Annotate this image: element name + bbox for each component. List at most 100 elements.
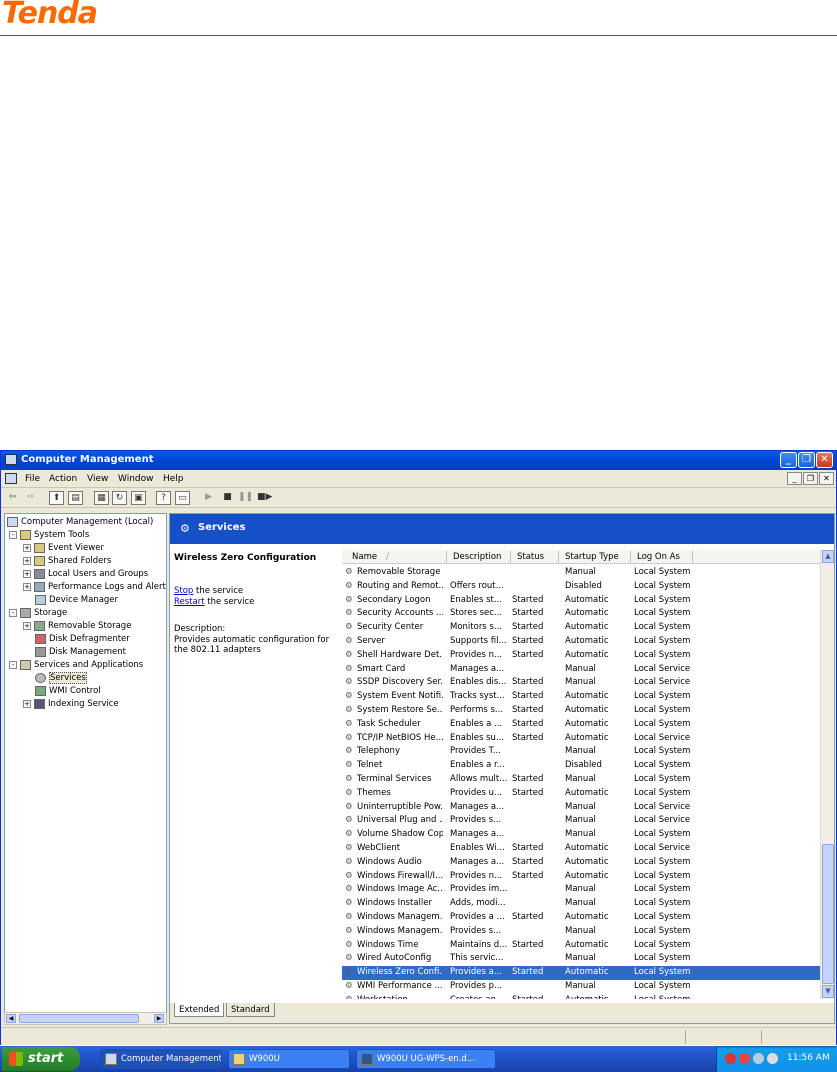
child-minimize-button[interactable]: _ [787, 472, 802, 485]
tree-item-services[interactable]: Services [35, 672, 87, 685]
table-row[interactable]: ⚙ Universal Plug and ... Provides s... Manu… [342, 814, 820, 828]
table-row[interactable]: ⚙ Shell Hardware Det... Provides n... Start… [342, 649, 820, 663]
col-description[interactable]: Description [453, 552, 501, 562]
minimize-button[interactable]: _ [780, 452, 797, 468]
menu-window[interactable]: Window [118, 474, 154, 484]
collapse-icon[interactable]: - [9, 608, 17, 617]
table-row[interactable]: ⚙ Wired AutoConfig This servic... Manual Loc… [342, 952, 820, 966]
antivirus-icon[interactable] [739, 1053, 750, 1064]
child-restore-button[interactable]: ❐ [803, 472, 818, 485]
stop-link[interactable]: Stop [174, 586, 193, 596]
tree-item-shared-folders[interactable]: + Shared Folders [23, 555, 111, 568]
tree-item-performance-logs[interactable]: + Performance Logs and Alert [23, 581, 166, 594]
help-icon[interactable]: ? [156, 491, 171, 505]
table-row[interactable]: ⚙ Windows Image Ac... Provides im... Manual… [342, 883, 820, 897]
start-button[interactable]: start [2, 1047, 80, 1071]
shield-icon[interactable] [725, 1053, 736, 1064]
taskbar-button-w900u[interactable]: W900U [228, 1049, 350, 1069]
scroll-thumb[interactable] [822, 844, 834, 984]
table-row[interactable]: ⚙ System Event Notifi... Tracks syst... Sta… [342, 690, 820, 704]
tree-item-device-manager[interactable]: Device Manager [35, 594, 118, 607]
table-row[interactable]: ⚙ Server Supports fil... Started Automatic Lo… [342, 635, 820, 649]
column-divider[interactable] [558, 551, 559, 563]
title-bar[interactable]: Computer Management _ ❐ ✕ [1, 451, 836, 470]
table-row[interactable]: ⚙ Windows Installer Adds, modi... Manual Loc… [342, 897, 820, 911]
tree-item-system-tools[interactable]: - System Tools [9, 529, 89, 542]
table-row[interactable]: ⚙ Routing and Remot... Offers rout... Disab… [342, 580, 820, 594]
table-row[interactable]: ⚙ Windows Time Maintains d... Started Automa… [342, 939, 820, 953]
menu-help[interactable]: Help [163, 474, 184, 484]
tree-item-wmi-control[interactable]: WMI Control [35, 685, 101, 698]
forward-arrow-icon[interactable]: ⇨ [23, 491, 38, 505]
table-row[interactable]: ⚙ Security Center Monitors s... Started Auto… [342, 621, 820, 635]
table-row[interactable]: ⚙ Terminal Services Allows mult... Started M… [342, 773, 820, 787]
table-row[interactable]: ⚙Workstation Creates an...Started Automati… [342, 994, 820, 999]
column-divider[interactable] [446, 551, 447, 563]
expand-icon[interactable]: + [23, 699, 31, 708]
table-row[interactable]: ⚙ Wireless Zero Confi... Provides a... Star… [342, 966, 820, 980]
collapse-icon[interactable]: - [9, 530, 17, 539]
expand-icon[interactable]: + [23, 543, 31, 552]
tree-item-computer-management[interactable]: Computer Management (Local) [7, 516, 153, 529]
pause-icon[interactable]: ❚❚ [238, 491, 253, 505]
volume-icon[interactable] [767, 1053, 778, 1064]
scroll-left-icon[interactable]: ◀ [6, 1014, 16, 1023]
tree-item-indexing-service[interactable]: + Indexing Service [23, 698, 119, 711]
restart-icon[interactable]: ■▶ [257, 491, 272, 505]
col-name[interactable]: Name [352, 552, 377, 562]
scroll-thumb[interactable] [19, 1014, 139, 1023]
tree-item-disk-defragmenter[interactable]: Disk Defragmenter [35, 633, 130, 646]
play-icon[interactable]: ▶ [201, 491, 216, 505]
collapse-icon[interactable]: - [9, 660, 17, 669]
table-row[interactable]: ⚙ WMI Performance ... Provides p... Manual L… [342, 980, 820, 994]
show-tree-icon[interactable]: ▤ [68, 491, 83, 505]
table-row[interactable]: ⚙ Task Scheduler Enables a ... Started Autom… [342, 718, 820, 732]
scroll-down-icon[interactable]: ▼ [822, 985, 834, 998]
table-row[interactable]: ⚙ Telephony Provides T... Manual Local Syste… [342, 745, 820, 759]
restore-button[interactable]: ❐ [798, 452, 815, 468]
scroll-up-icon[interactable]: ▲ [822, 550, 834, 563]
up-folder-icon[interactable]: ⬆ [49, 491, 64, 505]
table-row[interactable]: ⚙ WebClient Enables Wi... Started Automatic L… [342, 842, 820, 856]
menu-view[interactable]: View [87, 474, 108, 484]
back-arrow-icon[interactable]: ⇦ [5, 491, 20, 505]
expand-icon[interactable]: + [23, 556, 31, 565]
menu-file[interactable]: File [25, 474, 40, 484]
col-status[interactable]: Status [517, 552, 544, 562]
expand-icon[interactable]: + [23, 621, 31, 630]
child-close-button[interactable]: ✕ [819, 472, 834, 485]
list-vertical-scrollbar[interactable]: ▲ ▼ [820, 550, 834, 999]
table-row[interactable]: ⚙ Telnet Enables a r... Disabled Local Syste… [342, 759, 820, 773]
tree-item-storage[interactable]: - Storage [9, 607, 67, 620]
col-log-on-as[interactable]: Log On As [637, 552, 680, 562]
taskbar-button-word-doc[interactable]: W900U UG-WPS-en.d... [356, 1049, 496, 1069]
properties-icon[interactable]: ▦ [94, 491, 109, 505]
column-divider[interactable] [630, 551, 631, 563]
restart-link[interactable]: Restart [174, 597, 205, 607]
tab-extended[interactable]: Extended [174, 1003, 225, 1017]
column-divider[interactable] [692, 551, 693, 563]
stop-icon[interactable]: ■ [220, 491, 235, 505]
tree-item-services-and-applications[interactable]: - Services and Applications [9, 659, 143, 672]
table-row[interactable]: ⚙ Volume Shadow Copy Manages a... Manual Loc… [342, 828, 820, 842]
table-row[interactable]: ⚙ Windows Managem... Provides a ... Started… [342, 911, 820, 925]
table-row[interactable]: ⚙ Smart Card Manages a... Manual Local Servi… [342, 663, 820, 677]
table-row[interactable]: ⚙ Secondary Logon Enables st... Started Auto… [342, 594, 820, 608]
table-row[interactable]: ⚙ Themes Provides u... Started Automatic Loca… [342, 787, 820, 801]
taskbar-button-computer-management[interactable]: Computer Management [100, 1049, 222, 1069]
col-startup-type[interactable]: Startup Type [565, 552, 619, 562]
mmc-icon[interactable] [5, 473, 17, 484]
table-row[interactable]: ⚙ Security Accounts ... Stores sec... Start… [342, 607, 820, 621]
table-row[interactable]: ⚙ TCP/IP NetBIOS He... Enables su... Starte… [342, 732, 820, 746]
table-row[interactable]: ⚙ System Restore Se... Performs s... Starte… [342, 704, 820, 718]
table-row[interactable]: ⚙ Windows Managem... Provides s... Manual Lo… [342, 925, 820, 939]
table-row[interactable]: ⚙ SSDP Discovery Ser... Enables dis... Star… [342, 676, 820, 690]
tree-item-local-users[interactable]: + Local Users and Groups [23, 568, 148, 581]
tree-item-disk-management[interactable]: Disk Management [35, 646, 126, 659]
network-icon[interactable] [753, 1053, 764, 1064]
tab-standard[interactable]: Standard [226, 1003, 275, 1017]
column-divider[interactable] [510, 551, 511, 563]
table-row[interactable]: ⚙ Uninterruptible Pow... Manages a... Manua… [342, 801, 820, 815]
tree-item-removable-storage[interactable]: + Removable Storage [23, 620, 131, 633]
console-view-icon[interactable]: ▭ [175, 491, 190, 505]
